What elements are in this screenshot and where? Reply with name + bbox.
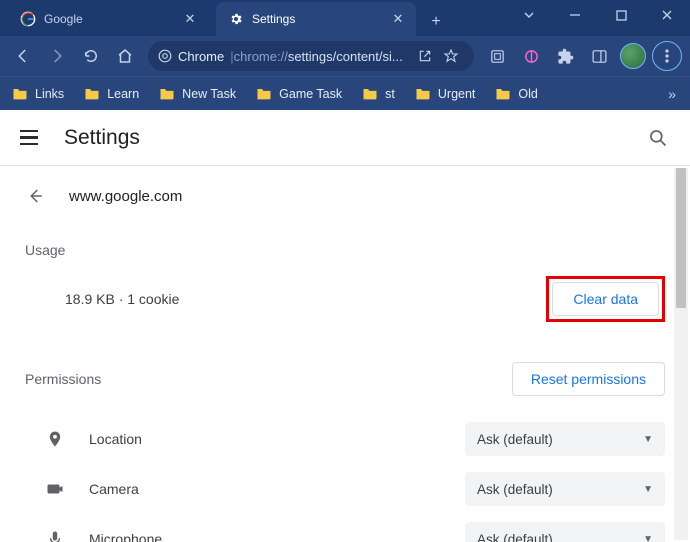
bookmark-label: Links [35, 87, 64, 101]
window-minimize-button[interactable] [552, 0, 598, 30]
permission-select-microphone[interactable]: Ask (default) ▼ [465, 522, 665, 542]
bookmark-label: st [385, 87, 395, 101]
address-path: settings/content/si... [288, 49, 403, 64]
browser-menu-button[interactable] [652, 41, 682, 71]
bookmark-folder[interactable]: Game Task [252, 83, 346, 105]
profile-avatar[interactable] [618, 41, 648, 71]
bookmark-folder[interactable]: Old [491, 83, 541, 105]
settings-header: Settings [0, 110, 690, 166]
permission-value: Ask (default) [477, 532, 553, 542]
home-button[interactable] [110, 41, 140, 71]
vertical-scrollbar[interactable] [674, 168, 688, 540]
window-close-button[interactable] [644, 0, 690, 30]
tab-title: Settings [252, 12, 384, 26]
settings-body: www.google.com Usage 18.9 KB · 1 cookie … [0, 166, 690, 542]
bookmark-star-icon[interactable] [438, 48, 464, 64]
permission-name: Microphone [89, 531, 465, 542]
window-dropdown-button[interactable] [506, 0, 552, 30]
gear-icon [228, 11, 244, 27]
microphone-icon [43, 527, 67, 542]
permissions-section-label: Permissions [25, 371, 512, 387]
permission-value: Ask (default) [477, 482, 553, 497]
permission-row-location: Location Ask (default) ▼ [25, 414, 665, 464]
chrome-origin-chip: Chrome [158, 49, 224, 64]
bookmark-label: Game Task [279, 87, 342, 101]
site-header-row: www.google.com [25, 166, 665, 214]
address-scheme: chrome:// [234, 49, 288, 64]
browser-toolbar: Chrome | chrome://settings/content/si... [0, 36, 690, 76]
page-title: Settings [64, 126, 140, 150]
toolbar-extension-2[interactable] [516, 41, 546, 71]
page-content: Settings www.google.com Usage 18.9 KB · … [0, 110, 690, 542]
usage-value: 18.9 KB · 1 cookie [65, 291, 546, 307]
window-controls [506, 0, 690, 36]
toolbar-extension-1[interactable] [482, 41, 512, 71]
bookmark-folder[interactable]: st [358, 83, 399, 105]
share-icon[interactable] [412, 48, 438, 64]
reset-permissions-button[interactable]: Reset permissions [512, 362, 665, 396]
search-icon[interactable] [646, 126, 670, 150]
scrollbar-thumb[interactable] [676, 168, 686, 308]
folder-icon [159, 87, 175, 100]
forward-button[interactable] [42, 41, 72, 71]
bookmark-folder[interactable]: Learn [80, 83, 143, 105]
permission-select-location[interactable]: Ask (default) ▼ [465, 422, 665, 456]
back-button[interactable] [8, 41, 38, 71]
bookmark-label: Learn [107, 87, 139, 101]
site-hostname: www.google.com [69, 188, 182, 205]
window-titlebar: Google ✕ Settings ✕ + [0, 0, 690, 36]
menu-icon[interactable] [20, 126, 44, 150]
permission-name: Location [89, 431, 465, 447]
tab-title: Google [44, 12, 176, 26]
permission-row-microphone: Microphone Ask (default) ▼ [25, 514, 665, 542]
browser-tab-google[interactable]: Google ✕ [8, 2, 208, 36]
highlight-annotation: Clear data [546, 276, 665, 322]
back-arrow-button[interactable] [25, 186, 45, 206]
address-bar[interactable]: Chrome | chrome://settings/content/si... [148, 41, 474, 71]
permission-name: Camera [89, 481, 465, 497]
permission-row-camera: Camera Ask (default) ▼ [25, 464, 665, 514]
permission-value: Ask (default) [477, 432, 553, 447]
location-icon [43, 427, 67, 451]
tab-close-button[interactable]: ✕ [182, 11, 198, 27]
chevron-down-icon: ▼ [643, 534, 653, 542]
folder-icon [362, 87, 378, 100]
bookmark-label: New Task [182, 87, 236, 101]
clear-data-button[interactable]: Clear data [552, 282, 659, 316]
window-maximize-button[interactable] [598, 0, 644, 30]
folder-icon [256, 87, 272, 100]
folder-icon [495, 87, 511, 100]
browser-tab-settings[interactable]: Settings ✕ [216, 2, 416, 36]
bookmark-label: Old [518, 87, 537, 101]
side-panel-icon[interactable] [584, 41, 614, 71]
chevron-down-icon: ▼ [643, 434, 653, 445]
usage-section-label: Usage [25, 242, 665, 258]
extensions-icon[interactable] [550, 41, 580, 71]
bookmark-folder[interactable]: New Task [155, 83, 240, 105]
address-prefix: Chrome [178, 49, 224, 64]
chevron-down-icon: ▼ [643, 484, 653, 495]
bookmarks-bar: Links Learn New Task Game Task st Urgent… [0, 76, 690, 110]
new-tab-button[interactable]: + [422, 8, 450, 36]
tab-close-button[interactable]: ✕ [390, 11, 406, 27]
google-icon [20, 11, 36, 27]
reload-button[interactable] [76, 41, 106, 71]
camera-icon [43, 477, 67, 501]
bookmark-label: Urgent [438, 87, 476, 101]
folder-icon [12, 87, 28, 100]
permissions-header: Permissions Reset permissions [25, 362, 665, 396]
bookmark-folder[interactable]: Links [8, 83, 68, 105]
permission-select-camera[interactable]: Ask (default) ▼ [465, 472, 665, 506]
usage-row: 18.9 KB · 1 cookie Clear data [25, 276, 665, 322]
bookmark-folder[interactable]: Urgent [411, 83, 480, 105]
folder-icon [415, 87, 431, 100]
bookmarks-overflow-button[interactable]: » [662, 86, 682, 102]
folder-icon [84, 87, 100, 100]
